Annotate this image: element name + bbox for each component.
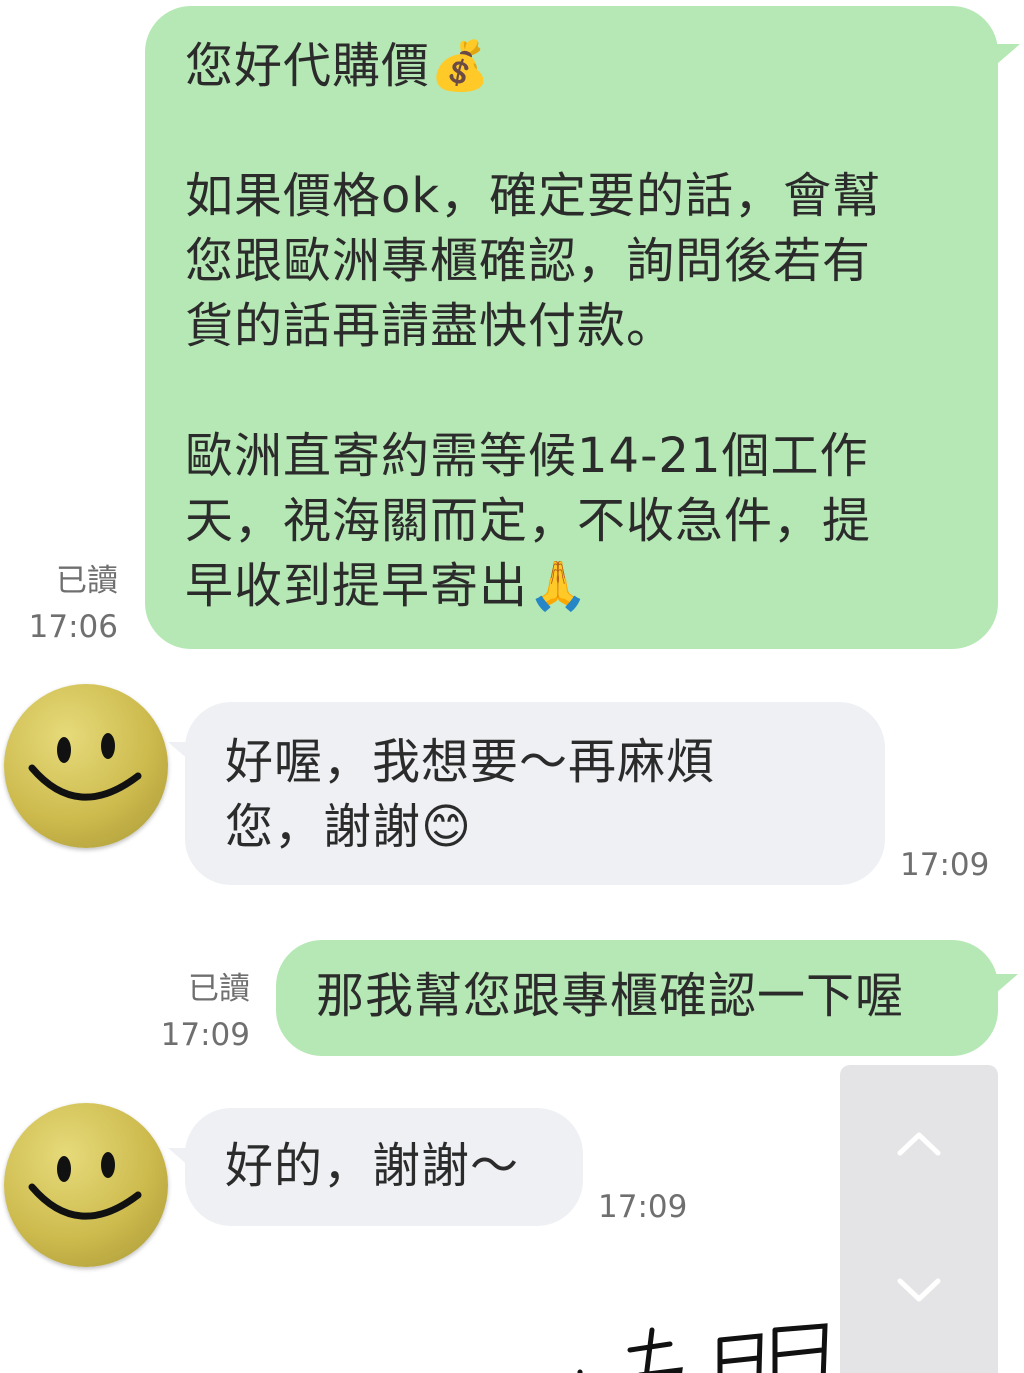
message-text: 那我幫您跟專櫃確認一下喔: [316, 968, 905, 1024]
outgoing-message-bubble[interactable]: 您好代購價💰 如果價格ok，確定要的話，會幫 您跟歐洲專櫃確認，詢問後若有 貨的…: [145, 6, 998, 649]
message-time: 17:06: [28, 609, 118, 645]
bubble-tail: [990, 44, 1020, 70]
message-meta: 已讀 17:06: [10, 558, 118, 650]
scroll-down-button[interactable]: [840, 1233, 998, 1353]
chevron-down-icon: [897, 1278, 941, 1302]
contact-avatar[interactable]: [4, 684, 168, 848]
smiley-face-icon: [28, 1152, 142, 1220]
message-text: 好的，謝謝～: [225, 1138, 520, 1194]
message-text: 您好代購價💰 如果價格ok，確定要的話，會幫 您跟歐洲專櫃確認，詢問後若有 貨的…: [185, 38, 882, 614]
read-receipt: 已讀: [56, 563, 118, 599]
chevron-up-icon: [897, 1132, 941, 1156]
message-time: 17:09: [900, 847, 990, 883]
smiley-face-icon: [28, 733, 142, 801]
message-text: 好喔，我想要～再麻煩 您，謝謝😊: [225, 734, 716, 855]
scroll-up-button[interactable]: [840, 1083, 998, 1203]
incoming-message-bubble[interactable]: 好喔，我想要～再麻煩 您，謝謝😊: [185, 702, 885, 885]
handwritten-note: [560, 1300, 860, 1373]
message-meta: 已讀 17:09: [140, 966, 250, 1058]
message-time: 17:09: [160, 1017, 250, 1053]
incoming-message-bubble[interactable]: 好的，謝謝～: [185, 1108, 583, 1226]
scroll-control-panel: [840, 1065, 998, 1373]
bubble-tail: [988, 974, 1018, 1000]
outgoing-message-bubble[interactable]: 那我幫您跟專櫃確認一下喔: [276, 940, 998, 1056]
contact-avatar[interactable]: [4, 1103, 168, 1267]
read-receipt: 已讀: [188, 971, 250, 1007]
handwritten-note-drawing: [577, 1323, 828, 1373]
message-time: 17:09: [598, 1189, 688, 1225]
